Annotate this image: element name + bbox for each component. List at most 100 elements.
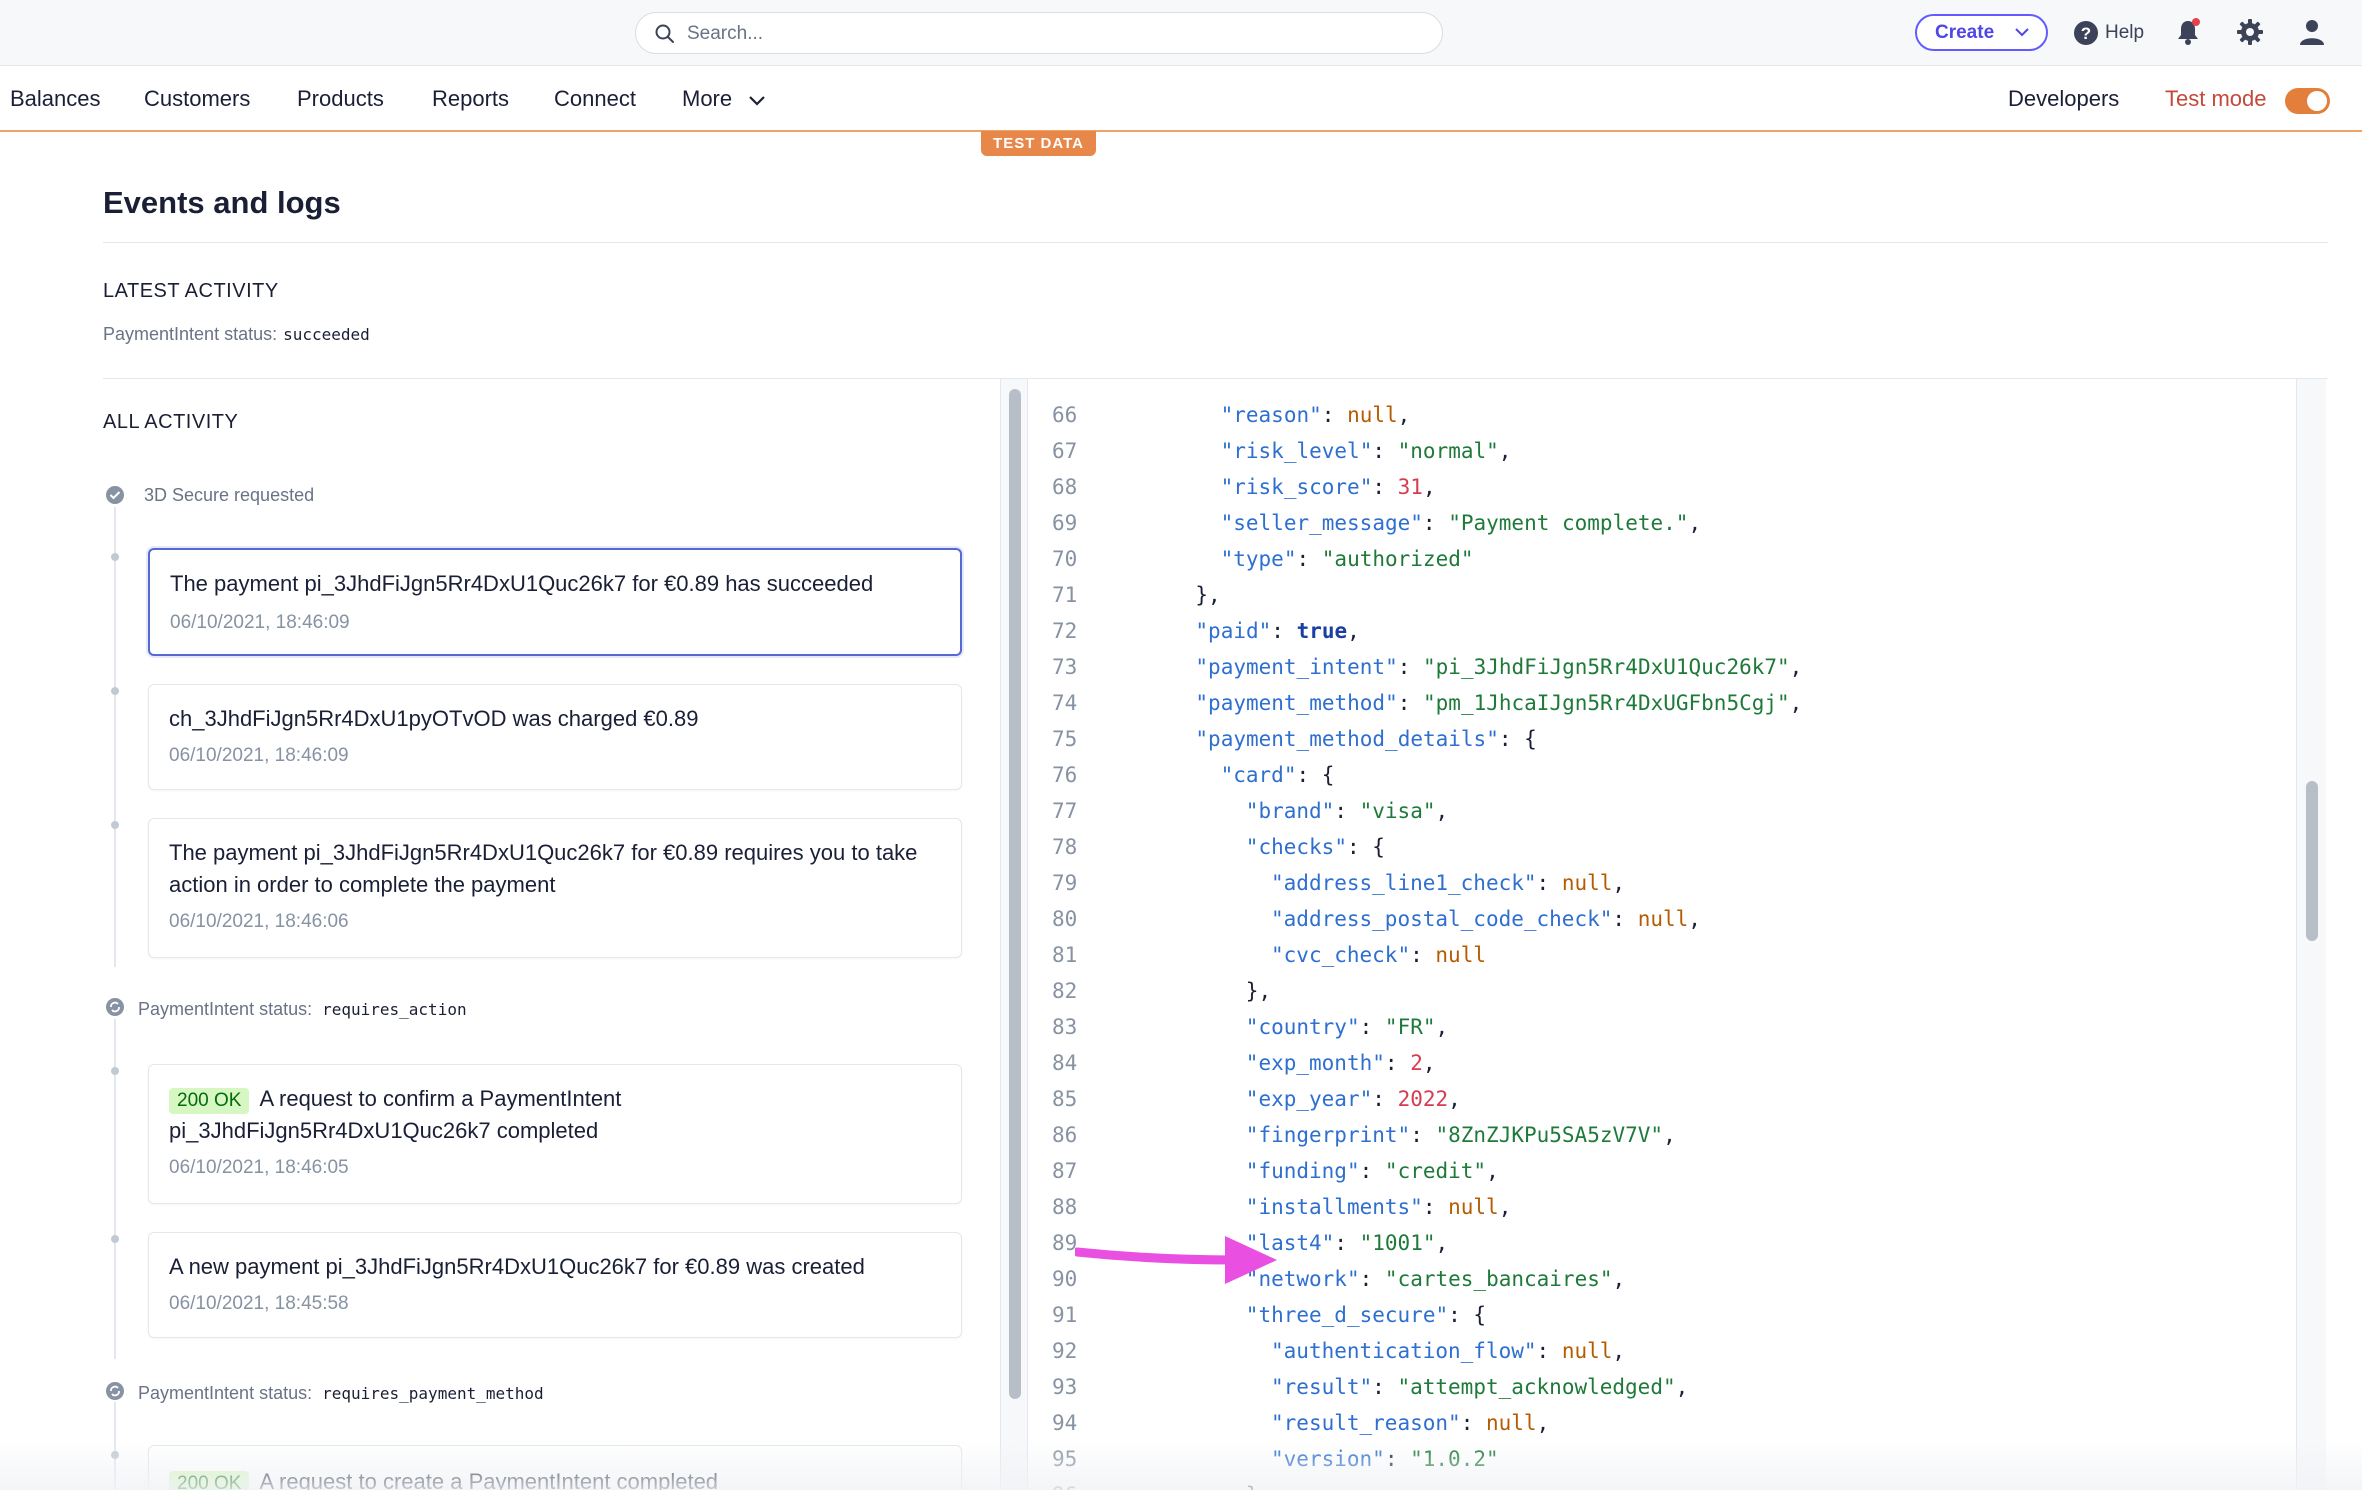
json-scrollbar[interactable] [2296,379,2326,1490]
code-content: "exp_month": 2, [1245,1051,1436,1075]
nav-developers[interactable]: Developers [2008,86,2119,112]
timeline-line [114,1402,116,1490]
search-input[interactable]: Search... [687,23,763,45]
code-line: 70 "type": "authorized" [1030,541,2290,577]
nav-balances[interactable]: Balances [10,86,101,112]
event-card[interactable]: The payment pi_3JhdFiJgn5Rr4DxU1Quc26k7 … [148,548,962,656]
code-line: 88 "installments": null, [1030,1189,2290,1225]
create-label: Create [1935,22,1995,43]
line-number: 75 [1052,727,1078,751]
json-value: true [1296,619,1348,643]
json-key: result [1283,1375,1360,1399]
json-key: result_reason [1283,1411,1449,1435]
json-value: "authorized" [1321,547,1474,571]
line-number: 96 [1052,1477,1112,1490]
scrollbar-thumb[interactable] [2306,781,2318,941]
code-content: }, [1195,577,1220,613]
json-value: "credit" [1384,1159,1487,1183]
nav-products[interactable]: Products [297,86,384,112]
event-message: The payment pi_3JhdFiJgn5Rr4DxU1Quc26k7 … [169,840,918,897]
activity-scrollbar[interactable] [1000,379,1028,1490]
timeline-status: PaymentIntent status: requires_action [138,999,467,1020]
json-value: "Payment complete." [1448,511,1689,535]
nav-customers[interactable]: Customers [144,86,250,112]
status-badge: 200 OK [169,1471,250,1490]
json-key: version [1283,1447,1373,1471]
json-value: null [1561,1339,1613,1363]
code-line: 67 "risk_level": "normal", [1030,433,2290,469]
latest-status-value: succeeded [283,325,370,344]
json-key: fingerprint [1258,1123,1398,1147]
code-content: "address_postal_code_check": null, [1271,907,1701,931]
line-number: 80 [1052,907,1078,931]
code-line: 66 "reason": null, [1030,397,2290,433]
timeline-status: PaymentIntent status: requires_payment_me… [138,1383,544,1404]
create-button[interactable]: Create [1915,14,2048,51]
code-content: }, [1246,1477,1271,1490]
code-line: 84 "exp_month": 2, [1030,1045,2290,1081]
scrollbar-thumb[interactable] [1009,389,1021,1399]
code-content: "checks": { [1245,835,1385,859]
line-number: 81 [1052,943,1078,967]
code-line: 80 "address_postal_code_check": null, [1030,901,2290,937]
code-line: 96}, [1030,1477,2290,1490]
search-box[interactable]: Search... [635,12,1443,54]
event-card[interactable]: 200 OK A request to confirm a PaymentInte… [148,1064,962,1204]
json-value: { [1372,835,1385,859]
test-mode-toggle[interactable] [2285,88,2330,114]
code-line: 92 "authentication_flow": null, [1030,1333,2290,1369]
question-icon: ? [2074,21,2098,45]
top-bar: Search... Create ? Help [0,0,2362,66]
json-key: country [1258,1015,1347,1039]
json-key: payment_method_details [1208,727,1487,751]
gear-icon[interactable] [2235,17,2265,47]
help-button[interactable]: ? Help [2073,18,2144,48]
user-icon[interactable] [2297,17,2327,47]
line-number: 66 [1052,403,1078,427]
event-card[interactable]: The payment pi_3JhdFiJgn5Rr4DxU1Quc26k7 … [148,818,962,958]
json-value: null [1448,1195,1499,1219]
timeline-dot [111,821,119,829]
code-line: 86 "fingerprint": "8ZnZJKPu5SA5zV7V", [1030,1117,2290,1153]
event-card[interactable]: A new payment pi_3JhdFiJgn5Rr4DxU1Quc26k… [148,1232,962,1338]
event-timestamp: 06/10/2021, 18:46:09 [169,745,349,766]
code-line: 71}, [1030,577,2290,613]
json-key: cvc_check [1283,943,1398,967]
json-value: "pm_1JhcaIJgn5Rr4DxUGFbn5Cgj" [1423,691,1790,715]
timeline-status-label: PaymentIntent status: [138,999,313,1019]
line-number: 82 [1052,979,1078,1003]
bell-icon[interactable] [2173,17,2203,47]
json-key: checks [1258,835,1335,859]
event-card[interactable]: 200 OK A request to create a PaymentInten… [148,1445,962,1490]
code-content: "country": "FR", [1245,1015,1449,1039]
event-timestamp: 06/10/2021, 18:46:05 [169,1157,349,1178]
json-value: { [1524,727,1537,751]
json-value: "FR" [1384,1015,1436,1039]
event-card[interactable]: ch_3JhdFiJgn5Rr4DxU1pyOTvOD was charged … [148,684,962,790]
json-key: three_d_secure [1258,1303,1436,1327]
code-line: 79 "address_line1_check": null, [1030,865,2290,901]
nav-connect[interactable]: Connect [554,86,636,112]
code-line: 75 "payment_method_details": { [1030,721,2290,757]
code-line: 74 "payment_method": "pm_1JhcaIJgn5Rr4DxU… [1030,685,2290,721]
code-content: "fingerprint": "8ZnZJKPu5SA5zV7V", [1245,1123,1676,1147]
code-content: "cvc_check": null [1271,943,1486,967]
line-number: 76 [1052,763,1078,787]
event-message: The payment pi_3JhdFiJgn5Rr4DxU1Quc26k7 … [170,571,874,596]
line-number: 84 [1052,1051,1078,1075]
latest-status: PaymentIntent status: succeeded [103,324,370,345]
json-key: card [1233,763,1284,787]
code-line: 78 "checks": { [1030,829,2290,865]
nav-more[interactable]: More [682,86,766,112]
json-key: installments [1258,1195,1411,1219]
json-value: { [1321,763,1335,787]
nav-reports[interactable]: Reports [432,86,509,112]
event-timestamp: 06/10/2021, 18:46:09 [170,612,350,633]
json-key: address_line1_check [1283,871,1524,895]
status-change-icon [106,1382,124,1400]
line-number: 70 [1052,547,1078,571]
chevron-down-icon [2015,28,2029,37]
chevron-down-icon [749,96,766,106]
code-line: 77 "brand": "visa", [1030,793,2290,829]
code-line: 73 "payment_intent": "pi_3JhdFiJgn5Rr4DxU… [1030,649,2290,685]
